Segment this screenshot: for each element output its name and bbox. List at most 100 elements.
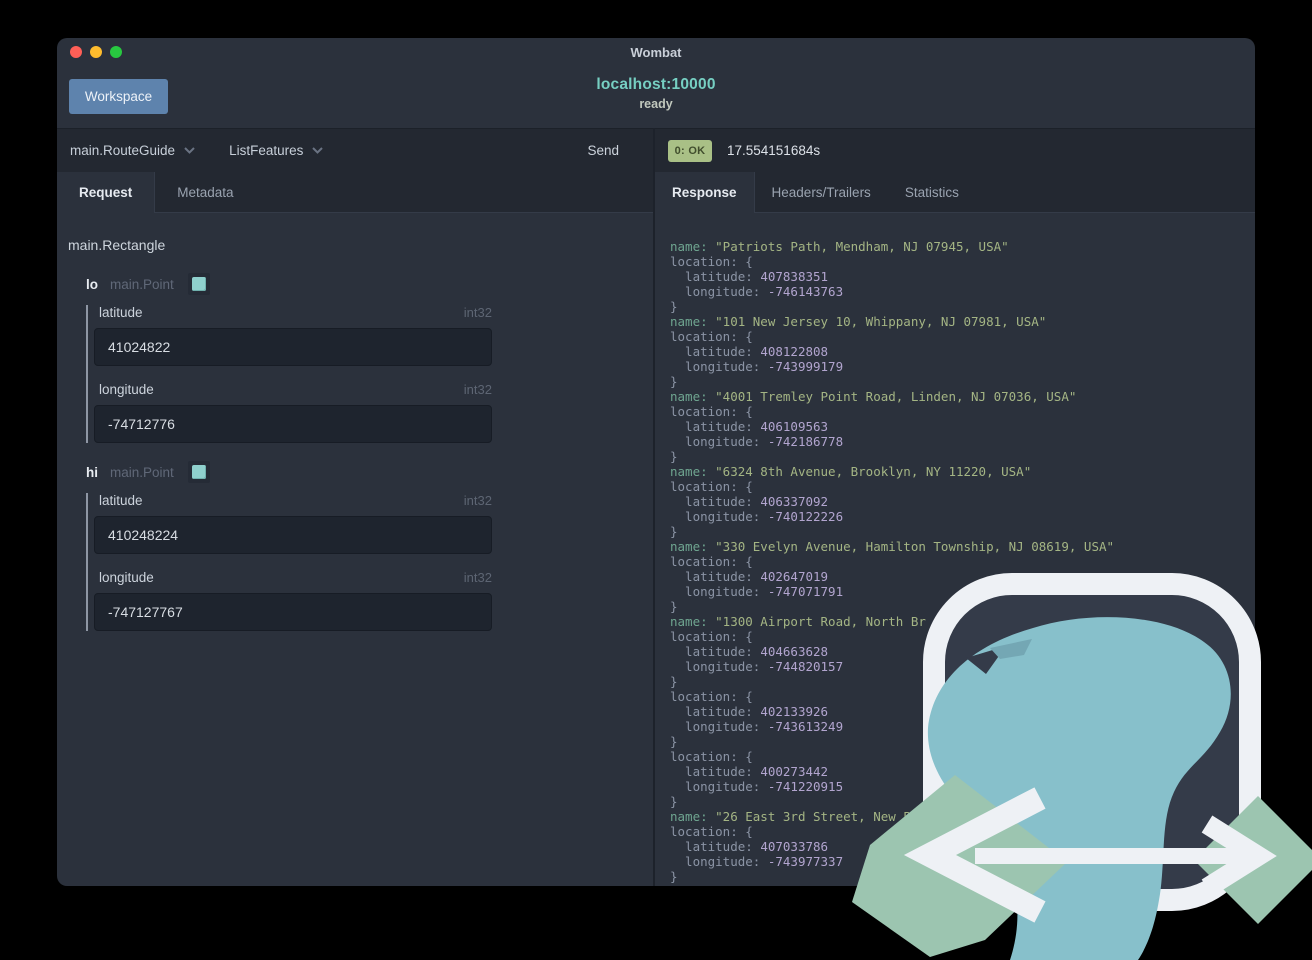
service-select[interactable]: main.RouteGuide xyxy=(70,143,195,158)
chevron-down-icon xyxy=(184,147,195,154)
response-line: } xyxy=(670,374,678,389)
checkbox-check-icon xyxy=(191,277,206,291)
response-line: name: "101 New Jersey 10, Whippany, NJ 0… xyxy=(670,314,1047,329)
call-duration: 17.554151684s xyxy=(727,143,821,158)
field-row: latitude int32 xyxy=(94,305,492,366)
response-line: } xyxy=(670,599,678,614)
field-group-lo: lo main.Point latitude int32 longitude int32 xyxy=(86,273,653,443)
response-line: location: { xyxy=(670,479,753,494)
chevron-down-icon xyxy=(312,147,324,154)
response-line: longitude: -743977337 xyxy=(670,854,844,869)
field-label: latitude xyxy=(99,305,143,320)
request-form: main.Rectangle lo main.Point latitude int32… xyxy=(57,213,653,886)
group-name-label: lo xyxy=(86,276,98,292)
message-type-label: main.Rectangle xyxy=(68,237,166,253)
close-button[interactable] xyxy=(70,46,82,58)
main-panels: main.RouteGuide ListFeatures Send Reques… xyxy=(57,128,1255,886)
request-toolbar: main.RouteGuide ListFeatures Send xyxy=(57,128,653,172)
field-type-label: int32 xyxy=(463,493,492,508)
response-line: longitude: -740122226 xyxy=(670,509,844,524)
zoom-button[interactable] xyxy=(110,46,122,58)
group-name-label: hi xyxy=(86,464,98,480)
desktop-background: Wombat Workspace localhost:10000 ready m… xyxy=(0,0,1312,960)
hi-enabled-checkbox[interactable] xyxy=(187,461,210,483)
response-line: longitude: -744820157 xyxy=(670,659,844,674)
send-button[interactable]: Send xyxy=(587,143,619,158)
field-group-header: hi main.Point xyxy=(86,461,653,483)
response-panel: 0: OK 17.554151684s Response Headers/Trai… xyxy=(655,128,1255,886)
titlebar: Wombat xyxy=(57,38,1255,66)
server-address: localhost:10000 xyxy=(596,76,716,93)
response-line: } xyxy=(670,524,678,539)
response-line: location: { xyxy=(670,629,753,644)
response-line: name: "26 East 3rd Street, New Pr xyxy=(670,809,919,824)
hi-longitude-input[interactable] xyxy=(94,593,492,631)
service-select-value: main.RouteGuide xyxy=(70,143,176,158)
field-group-hi: hi main.Point latitude int32 longitude int32 xyxy=(86,461,653,631)
tab-request[interactable]: Request xyxy=(57,172,156,213)
server-info: localhost:10000 ready xyxy=(596,76,715,111)
tab-response[interactable]: Response xyxy=(655,172,755,213)
response-line: name: "6324 8th Avenue, Brooklyn, NY 112… xyxy=(670,464,1032,479)
tab-statistics[interactable]: Statistics xyxy=(888,172,976,213)
response-toolbar: 0: OK 17.554151684s xyxy=(655,128,1255,172)
response-line: latitude: 406337092 xyxy=(670,494,829,509)
hi-latitude-input[interactable] xyxy=(94,516,492,554)
response-line: longitude: -742186778 xyxy=(670,434,844,449)
response-line: name: "1300 Airport Road, North Br xyxy=(670,614,926,629)
field-type-label: int32 xyxy=(463,570,492,585)
response-line: location: { xyxy=(670,749,753,764)
lo-enabled-checkbox[interactable] xyxy=(187,273,210,295)
response-line: name: "4001 Tremley Point Road, Linden, … xyxy=(670,389,1077,404)
response-line: longitude: -746143763 xyxy=(670,284,844,299)
group-type-label: main.Point xyxy=(110,276,174,292)
response-line: } xyxy=(670,794,678,809)
tab-metadata[interactable]: Metadata xyxy=(155,172,255,213)
connection-status: ready xyxy=(639,97,673,111)
response-line: latitude: 408122808 xyxy=(670,344,829,359)
field-label: longitude xyxy=(99,570,154,585)
tab-headers-trailers[interactable]: Headers/Trailers xyxy=(755,172,888,213)
response-line: location: { xyxy=(670,404,753,419)
response-line: location: { xyxy=(670,329,753,344)
lo-latitude-input[interactable] xyxy=(94,328,492,366)
request-tabbar: Request Metadata xyxy=(57,172,653,213)
response-line: latitude: 402133926 xyxy=(670,704,829,719)
wombat-window: Wombat Workspace localhost:10000 ready m… xyxy=(57,38,1255,886)
field-group-header: lo main.Point xyxy=(86,273,653,295)
field-label: latitude xyxy=(99,493,143,508)
field-row: longitude int32 xyxy=(94,382,492,443)
response-line: name: "330 Evelyn Avenue, Hamilton Towns… xyxy=(670,539,1115,554)
response-line: location: { xyxy=(670,824,753,839)
response-line: location: { xyxy=(670,689,753,704)
workspace-button[interactable]: Workspace xyxy=(69,79,168,114)
response-line: location: { xyxy=(670,554,753,569)
response-line: longitude: -743999179 xyxy=(670,359,844,374)
app-header: Workspace localhost:10000 ready xyxy=(57,66,1255,128)
response-line: latitude: 404663628 xyxy=(670,644,829,659)
response-output[interactable]: name: "Patriots Path, Mendham, NJ 07945,… xyxy=(655,213,1255,886)
response-line: } xyxy=(670,734,678,749)
method-select-value: ListFeatures xyxy=(229,143,304,158)
request-panel: main.RouteGuide ListFeatures Send Reques… xyxy=(57,128,655,886)
response-line: longitude: -747071791 xyxy=(670,584,844,599)
response-line: latitude: 402647019 xyxy=(670,569,829,584)
response-line: latitude: 400273442 xyxy=(670,764,829,779)
method-select[interactable]: ListFeatures xyxy=(229,143,324,158)
response-line: latitude: 407838351 xyxy=(670,269,829,284)
field-label: longitude xyxy=(99,382,154,397)
response-line: longitude: -741220915 xyxy=(670,779,844,794)
response-line: } xyxy=(670,869,678,884)
traffic-lights xyxy=(70,46,122,58)
minimize-button[interactable] xyxy=(90,46,102,58)
response-line: latitude: 406109563 xyxy=(670,419,829,434)
response-line: } xyxy=(670,674,678,689)
response-line: longitude: -743613249 xyxy=(670,719,844,734)
response-tabbar: Response Headers/Trailers Statistics xyxy=(655,172,1255,213)
response-line: } xyxy=(670,449,678,464)
response-line: name: "Patriots Path, Mendham, NJ 07945,… xyxy=(670,239,1009,254)
field-row: latitude int32 xyxy=(94,493,492,554)
checkbox-check-icon xyxy=(191,465,206,479)
lo-longitude-input[interactable] xyxy=(94,405,492,443)
field-row: longitude int32 xyxy=(94,570,492,631)
